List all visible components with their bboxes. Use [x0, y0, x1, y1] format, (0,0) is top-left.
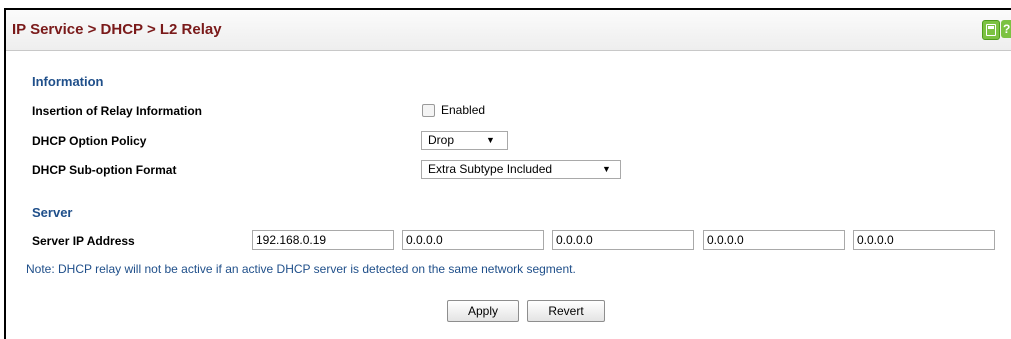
server-heading: Server: [32, 205, 73, 220]
suboption-format-label: DHCP Sub-option Format: [32, 163, 177, 177]
suboption-format-select[interactable]: Extra Subtype Included ▼: [421, 160, 621, 179]
server-ip-input-5[interactable]: [853, 230, 995, 250]
note-text: Note: DHCP relay will not be active if a…: [26, 262, 576, 276]
option-policy-value: Drop: [428, 133, 455, 147]
save-icon[interactable]: [982, 20, 1000, 40]
option-policy-select[interactable]: Drop ▼: [421, 131, 508, 150]
chevron-down-icon: ▼: [602, 164, 611, 174]
server-ip-label: Server IP Address: [32, 234, 135, 248]
chevron-down-icon: ▼: [486, 135, 495, 145]
help-icon[interactable]: ?: [1001, 20, 1011, 38]
information-heading: Information: [32, 74, 104, 89]
server-ip-input-2[interactable]: [402, 230, 544, 250]
suboption-format-value: Extra Subtype Included: [428, 162, 553, 176]
insertion-enabled-checkbox[interactable]: [422, 103, 435, 117]
insertion-label: Insertion of Relay Information: [32, 104, 203, 118]
server-ip-input-3[interactable]: [552, 230, 694, 250]
title-bar: IP Service > DHCP > L2 Relay ?: [6, 10, 1011, 51]
server-ip-input-1[interactable]: [252, 230, 394, 250]
revert-button[interactable]: Revert: [527, 300, 605, 322]
insertion-enabled-label: Enabled: [441, 103, 486, 117]
page-title: IP Service > DHCP > L2 Relay: [12, 21, 222, 38]
server-ip-input-4[interactable]: [703, 230, 845, 250]
apply-button[interactable]: Apply: [447, 300, 519, 322]
option-policy-label: DHCP Option Policy: [32, 134, 147, 148]
insertion-enabled-control[interactable]: Enabled: [422, 103, 485, 117]
